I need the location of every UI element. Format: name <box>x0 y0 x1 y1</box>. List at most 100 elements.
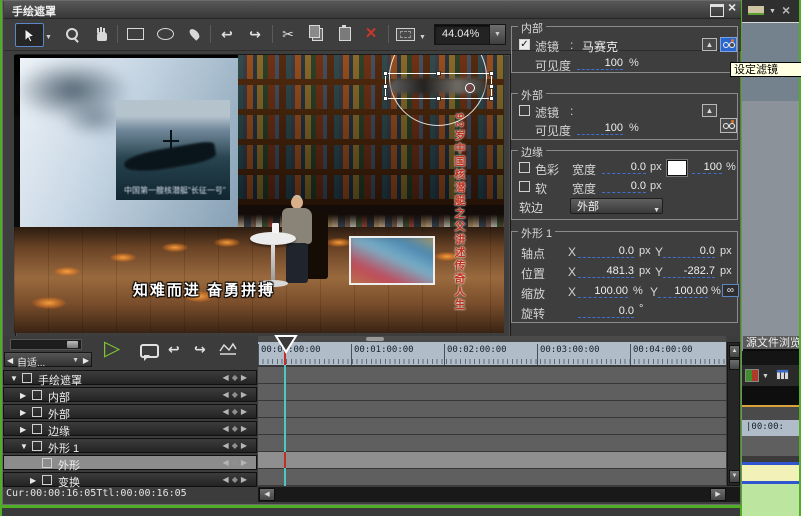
undo-button[interactable]: ↩ <box>215 23 239 45</box>
add-keyframe-icon[interactable]: ◆ <box>232 475 241 484</box>
title-bar[interactable]: 手绘遮罩 × <box>4 1 741 19</box>
timeline-lane-变换[interactable] <box>258 468 726 485</box>
edge-color-swatch[interactable] <box>667 160 687 176</box>
fit-view-dropdown-icon[interactable]: ▼ <box>419 34 426 41</box>
edge-opacity-value[interactable]: 100 <box>692 161 722 174</box>
track-header-外形[interactable]: 外形◀◆▶ <box>3 455 257 470</box>
add-keyframe-icon[interactable]: ◆ <box>232 458 241 467</box>
select-tool-dropdown-icon[interactable]: ▼ <box>45 34 52 41</box>
close-tool-icon[interactable]: × <box>782 2 790 18</box>
grid-view-icon[interactable] <box>776 369 789 380</box>
track-header-边缘[interactable]: ▶边缘◀◆▶ <box>3 421 257 436</box>
redo-button[interactable]: ↪ <box>243 23 267 45</box>
track-header-内部[interactable]: ▶内部◀◆▶ <box>3 387 257 402</box>
selection-handle[interactable] <box>489 84 494 89</box>
shape-pivot-y-value[interactable]: 0.0 <box>663 245 715 258</box>
add-keyframe-icon[interactable]: ◆ <box>232 424 241 433</box>
keyframe-nav[interactable]: ◀◆▶ <box>223 407 250 416</box>
background-ruler-fragment[interactable]: |00:00: <box>742 420 801 436</box>
hand-tool-button[interactable] <box>90 23 114 45</box>
fit-mode-combo[interactable]: ◀ 自适... ▼ ▶ <box>4 352 92 367</box>
timeline-lane-外形[interactable] <box>258 451 726 468</box>
expand-icon[interactable]: ▶ <box>20 425 26 434</box>
track-header-手绘遮罩[interactable]: ▼手绘遮罩◀◆▶ <box>3 370 257 385</box>
track-enable-checkbox[interactable] <box>22 373 32 383</box>
shape-scale-x-value[interactable]: 100.00 <box>578 285 628 298</box>
track-header-外部[interactable]: ▶外部◀◆▶ <box>3 404 257 419</box>
paste-button[interactable] <box>333 23 357 45</box>
timeline-lane-手绘遮罩[interactable] <box>258 366 726 383</box>
outer-visibility-value[interactable]: 100 <box>577 122 623 135</box>
track-enable-checkbox[interactable] <box>32 407 42 417</box>
transition-icon[interactable] <box>745 369 759 382</box>
collapse-icon[interactable]: ▼ <box>10 374 18 383</box>
cut-button[interactable]: ✂ <box>276 23 300 45</box>
add-keyframe-icon[interactable]: ◆ <box>232 373 241 382</box>
expand-icon[interactable]: ▶ <box>20 408 26 417</box>
inner-setup-filter-button[interactable] <box>720 37 737 52</box>
expand-icon[interactable]: ▶ <box>30 476 36 485</box>
slider-handle[interactable] <box>67 341 78 348</box>
edge-soft-width-value[interactable]: 0.0 <box>602 180 646 193</box>
track-enable-checkbox[interactable] <box>42 475 52 485</box>
chevron-down-icon[interactable]: ▼ <box>72 357 79 364</box>
expand-icon[interactable]: ▶ <box>20 391 26 400</box>
add-keyframe-icon[interactable]: ◆ <box>232 390 241 399</box>
delete-button[interactable]: × <box>359 23 383 45</box>
copy-button[interactable] <box>305 23 329 45</box>
shape-position-x-value[interactable]: 481.3 <box>578 265 634 278</box>
edge-soft-checkbox[interactable] <box>519 181 530 192</box>
keyframe-nav[interactable]: ◀◆▶ <box>223 441 250 450</box>
add-keyframe-icon[interactable]: ◆ <box>232 407 241 416</box>
mosaic-region-box[interactable] <box>349 236 435 285</box>
ellipse-tool-button[interactable] <box>153 23 177 45</box>
mini-scroll-thumb[interactable] <box>366 337 384 341</box>
scroll-up-button[interactable]: ▲ <box>729 345 740 358</box>
inner-visibility-value[interactable]: 100 <box>577 57 623 70</box>
track-header-变换[interactable]: ▶变换◀◆▶ <box>3 472 257 487</box>
prev-keyframe-icon[interactable]: ◀ <box>223 475 232 484</box>
outer-animate-button[interactable]: ▲ <box>702 104 717 117</box>
timeline-lane-内部[interactable] <box>258 383 726 400</box>
next-keyframe-icon[interactable]: ▶ <box>241 390 250 399</box>
collapse-icon[interactable]: ▼ <box>20 442 28 451</box>
prev-keyframe-icon[interactable]: ◀ <box>223 424 232 433</box>
prev-keyframe-icon[interactable]: ◀ <box>223 458 232 467</box>
selection-handle[interactable] <box>383 71 388 76</box>
timeline-clip-yellow[interactable] <box>742 465 801 481</box>
keyframe-nav[interactable]: ◀◆▶ <box>223 373 250 382</box>
keyframe-nav[interactable]: ◀◆▶ <box>223 390 250 399</box>
pen-tool-button[interactable] <box>182 23 206 45</box>
edge-color-width-value[interactable]: 0.0 <box>602 161 646 174</box>
track-enable-checkbox[interactable] <box>32 390 42 400</box>
softedge-dropdown[interactable]: 外部 ▼ <box>570 198 663 214</box>
vertical-scrollbar[interactable]: ▲ ▼ <box>727 342 740 486</box>
track-enable-checkbox[interactable] <box>32 424 42 434</box>
video-preview-canvas[interactable]: 中国第一艘核潜艇"长征一号" 92岁中国核潜艇之父讲述传奇人生 知难而进 奋勇拼… <box>14 55 504 333</box>
timeline-lane-外形 1[interactable] <box>258 434 726 451</box>
keyframe-nav[interactable]: ◀◆▶ <box>223 424 250 433</box>
next-keyframe-icon[interactable]: ▶ <box>241 424 250 433</box>
selection-handle[interactable] <box>436 71 441 76</box>
source-browser-tab[interactable]: 源文件浏览 <box>743 336 801 351</box>
prev-keyframe-icon[interactable]: ◀ <box>223 390 232 399</box>
horizontal-scrollbar[interactable]: ◀ ▶ <box>258 487 740 502</box>
keyframe-nav[interactable]: ◀◆▶ <box>223 475 250 484</box>
timeline-lane-外部[interactable] <box>258 400 726 417</box>
timeline-ruler[interactable]: 00:00:00:0000:01:00:0000:02:00:0000:03:0… <box>258 342 726 365</box>
inner-animate-button[interactable]: ▲ <box>702 38 717 51</box>
playhead-marker[interactable] <box>274 334 298 354</box>
chevron-down-icon[interactable]: ▼ <box>762 373 769 380</box>
timeline-zoom-slider[interactable] <box>10 339 82 350</box>
rectangle-tool-button[interactable] <box>123 23 147 45</box>
timeline-lane-边缘[interactable] <box>258 417 726 434</box>
chevron-down-icon[interactable]: ▼ <box>769 8 776 15</box>
scroll-left-button[interactable]: ◀ <box>259 488 275 501</box>
track-enable-checkbox[interactable] <box>42 458 52 468</box>
undo-keyframe-button[interactable]: ↩ <box>168 342 180 356</box>
zoom-tool-button[interactable] <box>60 23 84 45</box>
mask-selection-rect[interactable] <box>385 73 492 99</box>
layers-icon[interactable] <box>748 6 764 15</box>
scale-link-toggle[interactable]: ∞ <box>722 284 739 297</box>
next-keyframe-icon[interactable]: ▶ <box>241 441 250 450</box>
